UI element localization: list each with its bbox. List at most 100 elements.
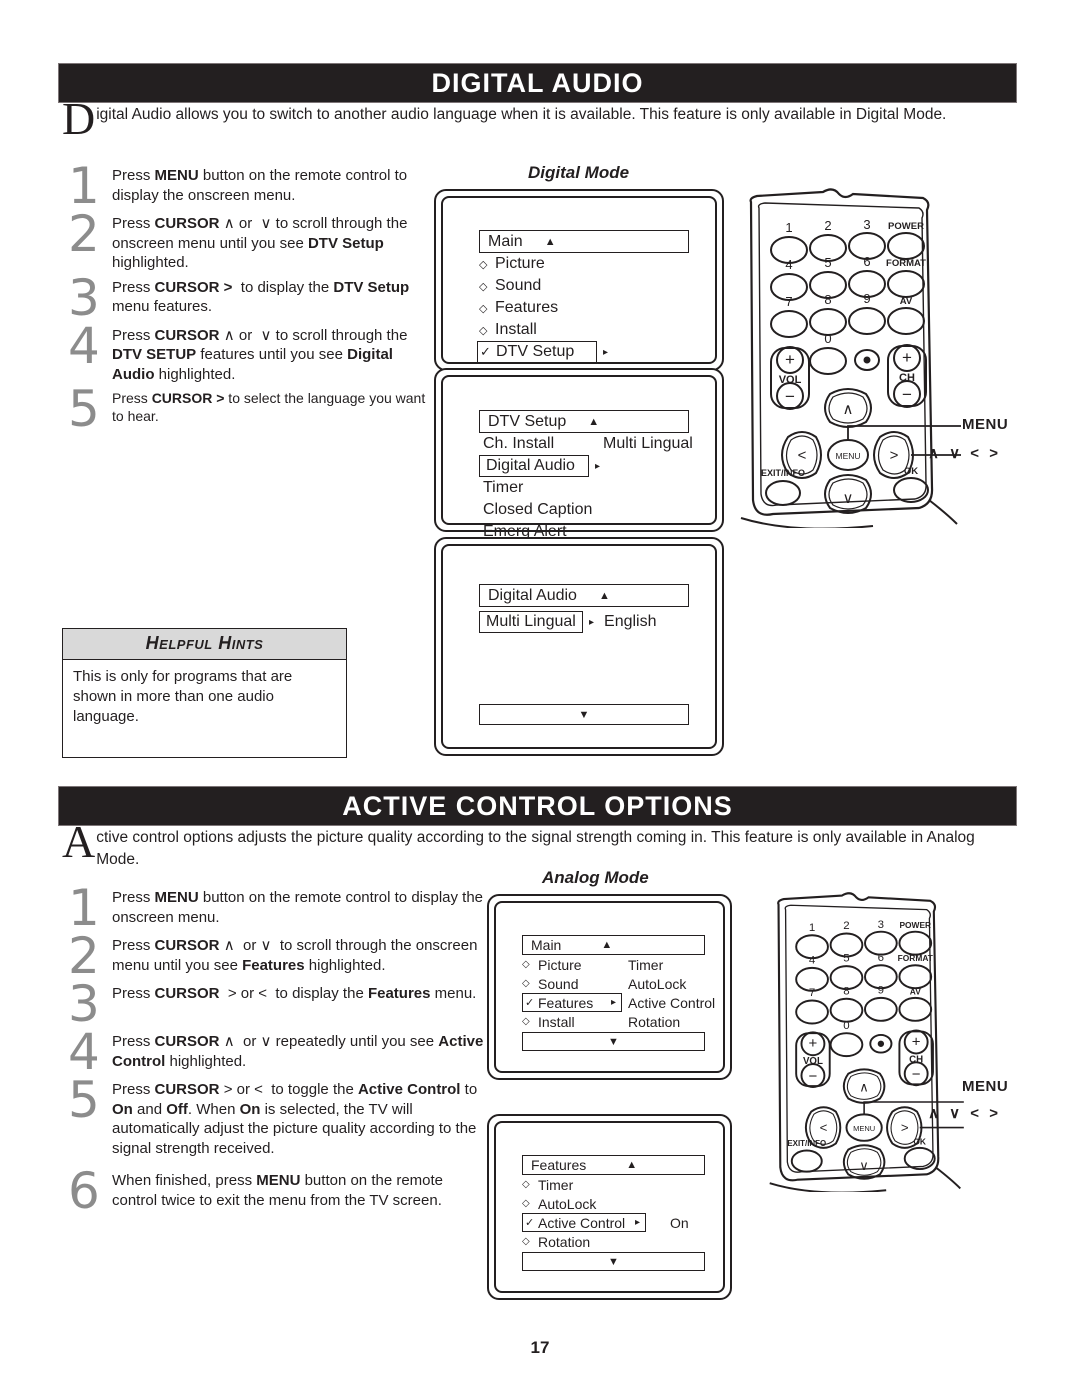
tv-screen-inner: Main ▲ ◇ Picture Timer ◇ Sound AutoLock … — [494, 901, 725, 1073]
osd-scroll-down-bar[interactable]: ▼ — [522, 1032, 705, 1051]
osd-menu: Main ▲ ◇ Picture ◇ Sound ◇ Features ◇ In… — [477, 230, 689, 363]
section-title: DIGITAL AUDIO — [431, 67, 644, 98]
osd-item-dtv-setup[interactable]: ✓ DTV Setup ▸ — [477, 341, 689, 363]
osd-item-install[interactable]: ◇ Install Rotation — [522, 1012, 705, 1031]
step-item: 5 Press CURSOR > to select the language … — [60, 380, 432, 438]
osd-item-multi-lingual[interactable]: Multi Lingual ▸ English — [479, 611, 689, 633]
diamond-icon: ◇ — [522, 1198, 530, 1209]
tv-screen-inner: Main ▲ ◇ Picture ◇ Sound ◇ Features ◇ In… — [441, 196, 717, 364]
osd-item-sound[interactable]: ◇ Sound — [479, 275, 689, 297]
remote-key-ok: OK — [904, 466, 918, 477]
step-number: 2 — [68, 927, 100, 985]
osd-item-label: Digital Audio — [486, 457, 575, 474]
cursor-left-icon: < — [798, 447, 807, 464]
vol-plus-icon: + — [785, 350, 795, 369]
svg-text:CH: CH — [909, 1054, 923, 1065]
osd-item-label: Install — [495, 321, 537, 338]
osd-item-install[interactable]: ◇ Install — [479, 319, 689, 341]
caret-down-icon: ▼ — [608, 1035, 619, 1048]
tv-screen-digital-audio: Digital Audio ▲ Multi Lingual ▸ English … — [434, 537, 724, 756]
step-number: 1 — [68, 157, 100, 215]
arrow-right-icon: ▸ — [634, 1217, 640, 1228]
ch-plus-icon: + — [902, 348, 912, 367]
remote-key-2: 2 — [824, 218, 831, 233]
remote-key-8: 8 — [824, 292, 831, 307]
osd-item-features[interactable]: ✓ Features ▸ Active Control — [522, 993, 715, 1012]
svg-text:9: 9 — [878, 984, 884, 996]
osd-title-label: DTV Setup — [488, 412, 567, 430]
step-text: Press MENU button on the remote control … — [112, 167, 408, 204]
arrow-right-icon: ▸ — [595, 460, 601, 472]
remote-key-7: 7 — [785, 294, 792, 309]
osd-scroll-down-bar[interactable]: ▼ — [522, 1252, 705, 1271]
diamond-icon: ◇ — [522, 1016, 530, 1027]
intro-paragraph-digital-audio: Digital Audio allows you to switch to an… — [62, 96, 1014, 142]
remote-callout-cursor-analog: ∧ ∨ < > — [928, 1105, 1001, 1122]
step-text: When finished, press MENU button on the … — [112, 1172, 444, 1209]
svg-text:5: 5 — [843, 953, 849, 965]
arrow-right-icon: ▸ — [610, 997, 616, 1008]
step-number: 5 — [68, 380, 100, 438]
osd-item-label: Sound — [538, 975, 579, 992]
step-text: Press CURSOR ∧ or ∨ to scroll through th… — [112, 937, 478, 974]
remote-key-4: 4 — [785, 257, 792, 272]
osd-menu: Main ▲ ◇ Picture Timer ◇ Sound AutoLock … — [522, 935, 715, 1031]
svg-text:MENU: MENU — [853, 1124, 875, 1133]
tv-screen-dtv-setup: DTV Setup ▲ Ch. Install Multi Lingual Di… — [434, 368, 724, 540]
tv-screen-inner: Features ▲ ◇ Timer ◇ AutoLock ✓ Active C… — [494, 1121, 725, 1293]
osd-side-value: English — [604, 613, 657, 630]
osd-item-picture[interactable]: ◇ Picture Timer — [522, 955, 705, 974]
step-item: 1 Press MENU button on the remote contro… — [60, 157, 432, 215]
osd-submenu-item: Active Control — [628, 994, 716, 1011]
step-number: 2 — [68, 205, 100, 263]
osd-submenu-item: AutoLock — [628, 975, 687, 992]
osd-item-label: DTV Setup — [496, 343, 575, 360]
step-item: 2 Press CURSOR ∧ or ∨ to scroll through … — [60, 205, 432, 273]
svg-text:7: 7 — [809, 987, 815, 999]
svg-text:FORMAT: FORMAT — [898, 953, 934, 963]
arrow-right-icon: ▸ — [603, 346, 609, 358]
check-icon: ✓ — [480, 344, 491, 359]
osd-item-active-control[interactable]: ✓ Active Control ▸ On — [522, 1213, 705, 1232]
osd-item-label: Rotation — [538, 1233, 591, 1250]
osd-item-label: Install — [538, 1013, 575, 1030]
tv-screen-inner: Digital Audio ▲ Multi Lingual ▸ English … — [441, 544, 717, 749]
step-item: 4 Press CURSOR ∧ or ∨ to scroll through … — [60, 321, 432, 385]
osd-title-row: Main ▲ — [479, 230, 689, 253]
helpful-hints-title: Helpful Hints — [63, 629, 346, 660]
diamond-icon: ◇ — [479, 324, 488, 337]
svg-text:<: < — [820, 1120, 828, 1135]
osd-submenu-item: Rotation — [628, 1013, 681, 1030]
osd-item-autolock[interactable]: ◇ AutoLock — [522, 1194, 705, 1213]
check-icon: ✓ — [525, 997, 535, 1009]
diamond-icon: ◇ — [522, 1236, 530, 1247]
osd-item-label: Closed Caption — [483, 501, 593, 518]
osd-item-timer[interactable]: ◇ Timer — [522, 1175, 705, 1194]
ch-minus-icon: − — [902, 385, 912, 404]
step-text: Press CURSOR > to select the language yo… — [112, 390, 426, 424]
osd-title-label: Main — [488, 232, 523, 250]
osd-menu: DTV Setup ▲ Ch. Install Multi Lingual Di… — [479, 410, 693, 543]
steps-list-active-control: 1 Press MENU button on the remote contro… — [60, 879, 485, 1216]
remote-callout-menu-digital: MENU — [962, 416, 1009, 433]
intro-text: igital Audio allows you to switch to ano… — [96, 106, 947, 123]
osd-item-picture[interactable]: ◇ Picture — [479, 253, 689, 275]
remote-key-0: 0 — [824, 331, 831, 346]
caret-down-icon: ▼ — [578, 708, 590, 721]
svg-text:1: 1 — [809, 922, 815, 934]
osd-scroll-down-bar[interactable]: ▼ — [479, 704, 689, 725]
remote-key-3: 3 — [863, 217, 870, 232]
svg-text:+: + — [809, 1035, 818, 1052]
osd-item-timer[interactable]: Timer — [483, 477, 689, 499]
step-number: 1 — [68, 879, 100, 937]
osd-item-closed-caption[interactable]: Closed Caption — [483, 499, 689, 521]
osd-item-sound[interactable]: ◇ Sound AutoLock — [522, 974, 705, 993]
osd-item-label: Picture — [495, 255, 545, 272]
osd-item-ch-install[interactable]: Ch. Install Multi Lingual — [483, 433, 693, 455]
arrow-right-icon: ▸ — [589, 616, 595, 628]
osd-item-features[interactable]: ◇ Features — [479, 297, 689, 319]
osd-item-rotation[interactable]: ◇ Rotation — [522, 1232, 705, 1251]
osd-item-digital-audio[interactable]: Digital Audio ▸ — [479, 455, 689, 477]
osd-side-value: Multi Lingual — [603, 435, 693, 452]
svg-text:∧: ∧ — [859, 1079, 869, 1094]
